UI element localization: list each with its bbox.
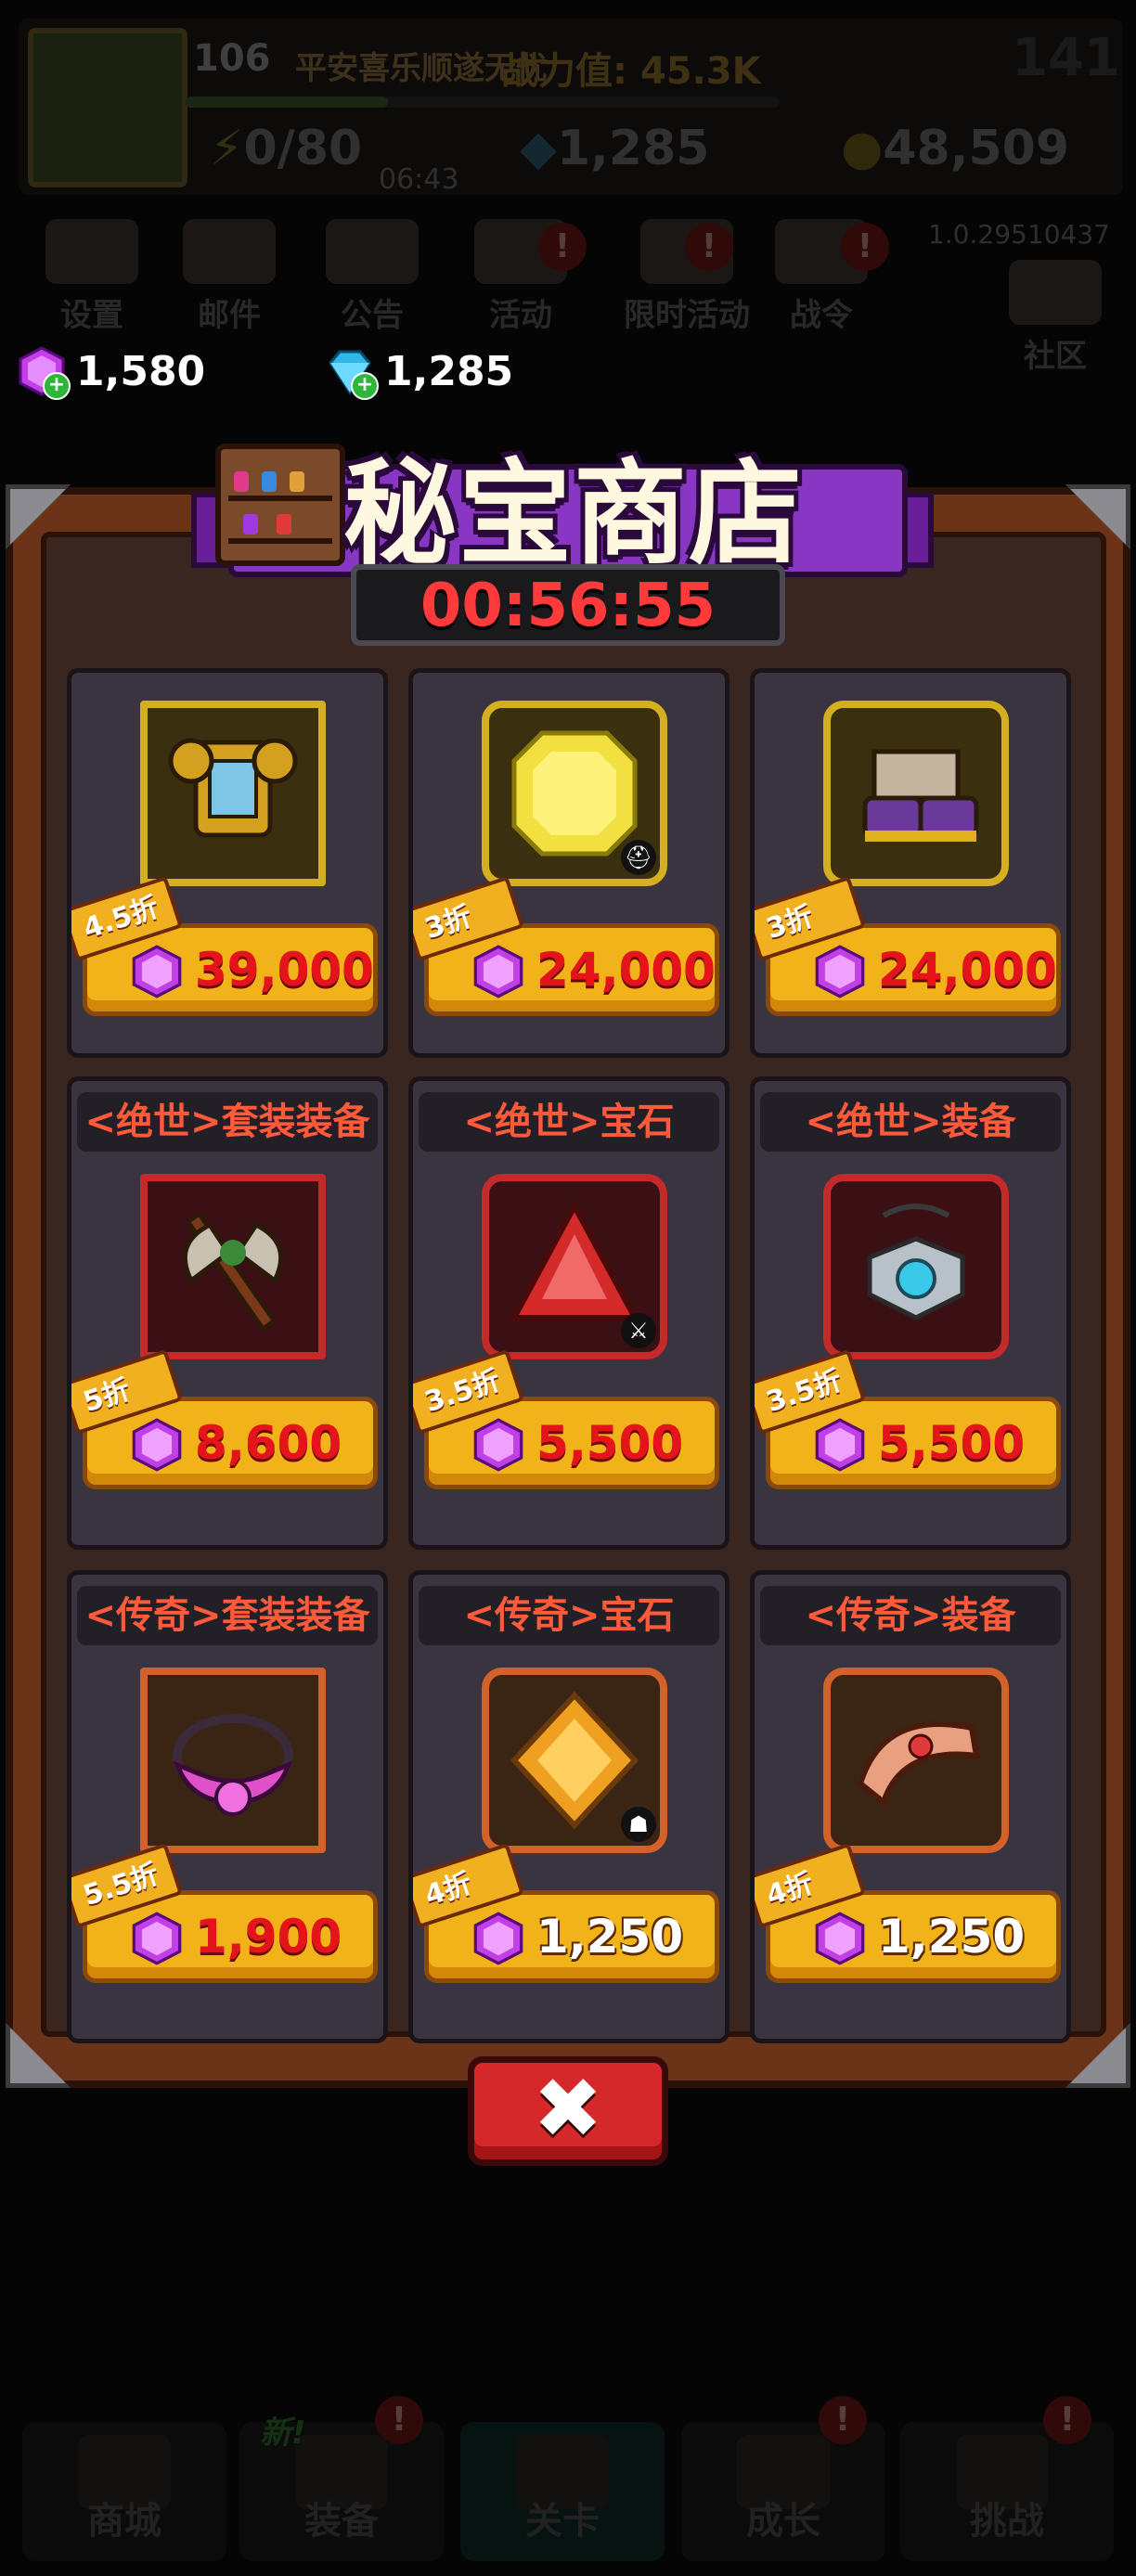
purple-gem-icon — [471, 1418, 525, 1472]
player-avatar[interactable] — [28, 28, 187, 187]
price-value: 5,500 — [878, 1416, 1026, 1470]
item-type-icon: ⚔ — [621, 1313, 656, 1348]
purple-gem-icon — [813, 1912, 867, 1965]
shop-item-name: <传奇>套装装备 — [77, 1586, 378, 1645]
price-value: 1,900 — [195, 1910, 342, 1964]
player-level: 106 — [193, 37, 271, 80]
xp-bar — [186, 97, 780, 108]
version-text: 1.0.29510437 — [928, 219, 1110, 250]
energy-timer: 06:43 — [379, 163, 459, 196]
price-value: 24,000 — [878, 943, 1057, 997]
lightning-icon: ⚡ — [210, 121, 244, 176]
shop-item-name: <绝世>宝石 — [419, 1092, 719, 1152]
mail-icon — [183, 219, 276, 284]
red-gem-icon: ⚔ — [482, 1174, 667, 1359]
home-icon — [1009, 260, 1102, 325]
mail-button[interactable]: 邮件 — [178, 219, 280, 334]
close-icon: ✖ — [533, 2060, 603, 2157]
bottom-nav: 商城 装备 关卡 成长 挑战 — [0, 2413, 1136, 2576]
purple-gem-balance[interactable]: + 1,580 — [17, 343, 205, 400]
hud-diamonds: ◆1,285 — [520, 121, 710, 176]
coin-icon: ● — [841, 121, 884, 176]
equipment-badge: ! — [375, 2396, 423, 2444]
shop-item-card[interactable]: 24,000 3折 — [750, 668, 1071, 1058]
purple-gem-icon — [130, 945, 184, 998]
add-icon[interactable]: + — [351, 372, 379, 400]
item-type-icon: ☗ — [621, 1807, 656, 1842]
purple-gem-icon — [130, 1418, 184, 1472]
power-label: 战力值: — [501, 50, 627, 93]
battle-pass-badge: ! — [841, 223, 889, 271]
settings-button[interactable]: 设置 — [41, 219, 143, 334]
hud-coins: ●48,509 — [841, 121, 1070, 176]
shop-title: 秘宝商店 — [343, 448, 804, 580]
purple-gem-icon: + — [17, 346, 71, 400]
shop-item-name: <传奇>宝石 — [419, 1586, 719, 1645]
power-value: 45.3K — [639, 50, 761, 93]
nav-stages[interactable]: 关卡 — [460, 2422, 665, 2561]
notice-icon — [326, 219, 419, 284]
price-value: 1,250 — [536, 1910, 684, 1964]
battle-axe-icon — [140, 1174, 326, 1359]
shop-item-card[interactable]: <传奇>装备 1,250 4折 — [750, 1570, 1071, 2043]
shop-item-card[interactable]: ⛑ 24,000 3折 — [408, 668, 729, 1058]
community-button[interactable]: 社区 — [1004, 260, 1106, 375]
shop-item-name: <绝世>套装装备 — [77, 1092, 378, 1152]
diamond-icon: ◆ — [520, 121, 557, 176]
purple-gem-icon — [130, 1912, 184, 1965]
shop-item-card[interactable]: <绝世>宝石 ⚔ 5,500 3.5折 — [408, 1076, 729, 1550]
price-value: 24,000 — [536, 943, 716, 997]
shop-item-card[interactable]: <绝世>套装装备 8,600 5折 — [67, 1076, 388, 1550]
diamond-icon: + — [325, 346, 379, 400]
power-display: 战力值: 45.3K — [501, 41, 761, 95]
price-value: 39,000 — [195, 943, 374, 997]
amulet-icon — [823, 1174, 1009, 1359]
orange-gem-icon: ☗ — [482, 1668, 667, 1853]
purple-gem-icon — [471, 945, 525, 998]
price-value: 5,500 — [536, 1416, 684, 1470]
limited-events-badge: ! — [685, 223, 733, 271]
counter-value: 141 — [1012, 28, 1120, 88]
gear-icon — [45, 219, 138, 284]
price-value: 8,600 — [195, 1416, 342, 1470]
challenge-badge: ! — [1043, 2396, 1091, 2444]
yellow-gem-icon: ⛑ — [482, 701, 667, 886]
item-type-icon: ⛑ — [621, 840, 656, 875]
nav-challenge[interactable]: 挑战 — [900, 2422, 1114, 2561]
nav-growth[interactable]: 成长 — [681, 2422, 885, 2561]
pink-necklace-icon — [140, 1668, 326, 1853]
shop-item-card[interactable]: <绝世>装备 5,500 3.5折 — [750, 1076, 1071, 1550]
events-badge: ! — [538, 223, 587, 271]
growth-badge: ! — [819, 2396, 867, 2444]
purple-gem-icon — [813, 1418, 867, 1472]
add-icon[interactable]: + — [43, 372, 71, 400]
golden-boots-icon — [823, 701, 1009, 886]
price-value: 1,250 — [878, 1910, 1026, 1964]
shop-item-name: <绝世>装备 — [760, 1092, 1061, 1152]
nav-shop[interactable]: 商城 — [22, 2422, 226, 2561]
golden-armor-icon — [140, 701, 326, 886]
announcement-button[interactable]: 公告 — [321, 219, 423, 334]
shop-item-card[interactable]: <传奇>宝石 ☗ 1,250 4折 — [408, 1570, 729, 2043]
new-tag: 新! — [260, 2415, 306, 2452]
purple-gem-icon — [471, 1912, 525, 1965]
limited-events-button[interactable]: 限时活动 — [613, 219, 761, 334]
bracelet-icon — [823, 1668, 1009, 1853]
diamond-balance[interactable]: + 1,285 — [325, 343, 513, 400]
shop-item-name: <传奇>装备 — [760, 1586, 1061, 1645]
close-button[interactable]: ✖ — [468, 2056, 668, 2166]
shop-item-card[interactable]: 39,000 4.5折 — [67, 668, 388, 1058]
energy-value: ⚡0/80 — [210, 121, 363, 176]
purple-gem-icon — [813, 945, 867, 998]
potion-shelf-icon — [215, 444, 345, 566]
shop-timer: 00:56:55 — [351, 564, 785, 646]
shop-item-card[interactable]: <传奇>套装装备 1,900 5.5折 — [67, 1570, 388, 2043]
